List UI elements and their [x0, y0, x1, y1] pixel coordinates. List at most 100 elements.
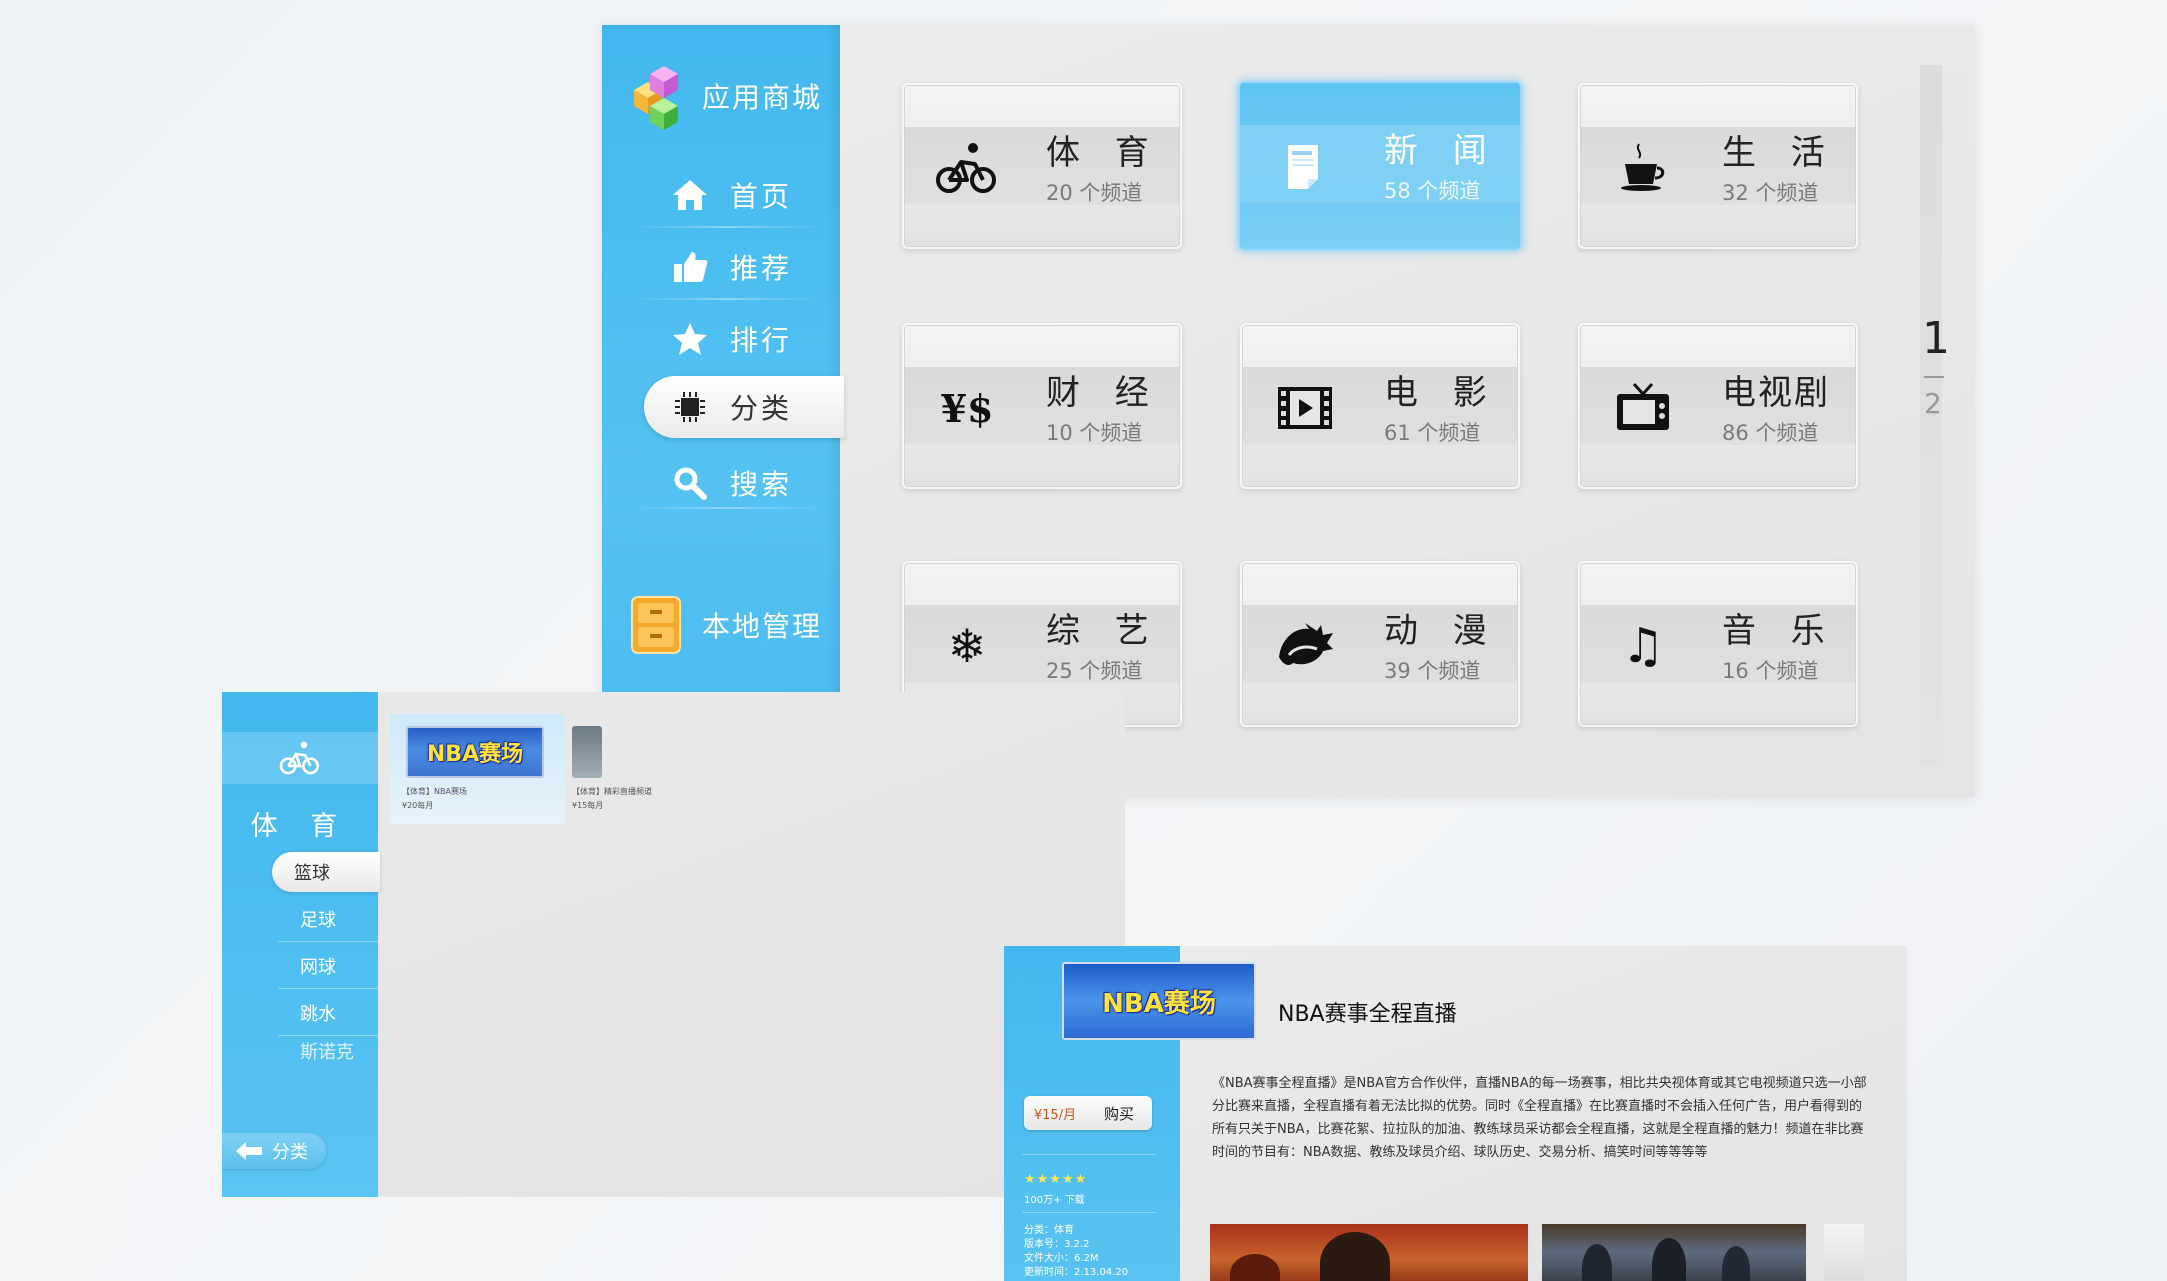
back-button[interactable]: 分类: [222, 1133, 326, 1169]
tile-name: 电 影: [1384, 373, 1499, 413]
app-card[interactable]: 【体育】精彩直播频道 ¥15每月: [572, 714, 747, 824]
cubes-logo-icon: [634, 66, 678, 130]
meta-version: 版本号：3.2.2: [1024, 1239, 1090, 1250]
tile-music[interactable]: ♫ 音 乐 16 个频道: [1578, 561, 1858, 727]
sports-screen: 体 育 篮球 足球 网球 跳水 斯诺克 分类 NBA赛场 【体育】NBA赛场 ¥…: [222, 692, 1125, 1197]
back-label: 分类: [272, 1142, 308, 1163]
tile-count: 20 个频道: [1046, 181, 1143, 205]
sub-divider: [278, 988, 378, 989]
tile-name: 财 经: [1046, 373, 1161, 413]
buy-label: 购买: [1103, 1104, 1134, 1123]
nav-category[interactable]: 分类: [644, 376, 844, 438]
sub-football[interactable]: 足球: [278, 899, 378, 939]
detail-description: 《NBA赛事全程直播》是NBA官方合作伙伴，直播NBA的每一场赛事，相比共央视体…: [1212, 1076, 1867, 1160]
tile-count: 10 个频道: [1046, 421, 1143, 445]
music-note-icon: ♫: [1621, 618, 1665, 674]
tile-name: 电视剧: [1722, 373, 1830, 413]
tile-count: 32 个频道: [1722, 181, 1819, 205]
search-icon: [670, 463, 710, 503]
buy-button[interactable]: ¥15/月 购买: [1024, 1096, 1152, 1130]
sport-header: [222, 732, 378, 784]
nav-divider: [632, 507, 822, 509]
thumbs-up-icon: [670, 247, 710, 287]
nba-banner-text: NBA赛场: [426, 742, 524, 767]
tile-count: 25 个频道: [1046, 659, 1143, 683]
coffee-cup-icon: [1608, 137, 1678, 199]
tile-count: 58 个频道: [1384, 179, 1481, 203]
tv-icon: [1608, 377, 1678, 439]
nav-divider: [632, 226, 822, 228]
main-sidebar: 应用商城 首页 推荐 排行 分类 搜索 本地管理: [602, 25, 844, 797]
tile-finance[interactable]: ¥$ 财 经 10 个频道: [902, 323, 1182, 489]
app-price: ¥15每月: [572, 801, 604, 810]
tile-name: 综 艺: [1046, 611, 1161, 651]
tile-count: 16 个频道: [1722, 659, 1819, 683]
meta-updated: 更新时间：2.13.04.20: [1024, 1267, 1129, 1278]
nav-home-label: 首页: [730, 180, 793, 213]
nav-divider: [632, 298, 822, 300]
currency-icon: ¥$: [940, 385, 994, 431]
local-management[interactable]: 本地管理: [630, 595, 822, 655]
sub-divider: [278, 1035, 378, 1036]
sub-diving[interactable]: 跳水: [278, 993, 378, 1033]
sports-sidebar: 体 育 篮球 足球 网球 跳水 斯诺克 分类: [222, 692, 380, 1197]
tile-movie[interactable]: 电 影 61 个频道: [1240, 323, 1520, 489]
app-caption: 【体育】精彩直播频道: [572, 787, 652, 796]
star-icon: [670, 319, 710, 359]
snowflake-icon: ❄: [947, 619, 987, 673]
app-banner: NBA赛场: [406, 726, 544, 778]
page-next[interactable]: 2: [1924, 387, 1942, 420]
nav-ranking-label: 排行: [730, 324, 793, 357]
detail-divider: [1022, 1154, 1156, 1155]
page-current: 1: [1922, 313, 1950, 364]
app-banner: [572, 726, 602, 778]
screenshot-thumbnail[interactable]: [1210, 1224, 1528, 1281]
tile-name: 体 育: [1046, 133, 1161, 173]
detail-title: NBA赛事全程直播: [1278, 1002, 1457, 1027]
sub-tennis[interactable]: 网球: [278, 946, 378, 986]
store-brand: 应用商城: [620, 60, 822, 132]
bicycle-icon: [932, 137, 1002, 199]
bicycle-icon: [279, 741, 320, 775]
sport-title: 体 育: [250, 811, 350, 842]
newspaper-icon: [1268, 135, 1338, 197]
sub-snooker[interactable]: 斯诺克: [278, 1040, 378, 1062]
nav-home[interactable]: 首页: [602, 164, 840, 226]
screenshot-thumbnail[interactable]: [1824, 1224, 1864, 1281]
meta-size: 文件大小：6.2M: [1024, 1253, 1099, 1264]
download-count: 100万+ 下载: [1024, 1195, 1085, 1206]
tile-sports[interactable]: 体 育 20 个频道: [902, 83, 1182, 249]
detail-divider: [1022, 1212, 1156, 1213]
app-caption: 【体育】NBA赛场: [402, 787, 467, 796]
nav-ranking[interactable]: 排行: [602, 308, 840, 370]
tile-count: 61 个频道: [1384, 421, 1481, 445]
app-card[interactable]: NBA赛场 【体育】NBA赛场 ¥20每月: [390, 714, 565, 824]
tile-count: 39 个频道: [1384, 659, 1481, 683]
category-screen: 应用商城 首页 推荐 排行 分类 搜索 本地管理 体 育 20 个频道 新 闻 …: [602, 25, 1975, 797]
detail-screen: ¥15/月 购买 ★★★★★ 100万+ 下载 分类：体育 版本号：3.2.2 …: [1004, 946, 1907, 1281]
nav-recommend[interactable]: 推荐: [602, 236, 840, 298]
tile-life[interactable]: 生 活 32 个频道: [1578, 83, 1858, 249]
tile-count: 86 个频道: [1722, 421, 1819, 445]
local-management-label: 本地管理: [702, 610, 823, 643]
rating-stars: ★★★★★: [1024, 1172, 1088, 1187]
tile-name: 生 活: [1722, 133, 1837, 173]
nba-banner-text: NBA赛场: [1102, 988, 1216, 1019]
tile-name: 动 漫: [1384, 611, 1499, 651]
screenshot-thumbnail[interactable]: [1542, 1224, 1806, 1281]
arrow-left-icon: [236, 1142, 262, 1160]
app-price: ¥20每月: [402, 801, 434, 810]
home-icon: [670, 175, 710, 215]
tile-anime[interactable]: 动 漫 39 个频道: [1240, 561, 1520, 727]
tile-news[interactable]: 新 闻 58 个频道: [1238, 81, 1522, 251]
meta-category: 分类：体育: [1024, 1225, 1074, 1236]
tile-tv-series[interactable]: 电视剧 86 个频道: [1578, 323, 1858, 489]
chip-icon: [670, 387, 710, 427]
page-divider: [1924, 376, 1944, 378]
tile-name: 新 闻: [1384, 131, 1499, 171]
nav-search-label: 搜索: [730, 468, 793, 501]
anime-hair-icon: [1270, 615, 1340, 677]
sub-basketball[interactable]: 篮球: [272, 852, 380, 892]
nav-category-label: 分类: [730, 392, 793, 425]
nav-search[interactable]: 搜索: [602, 452, 840, 514]
